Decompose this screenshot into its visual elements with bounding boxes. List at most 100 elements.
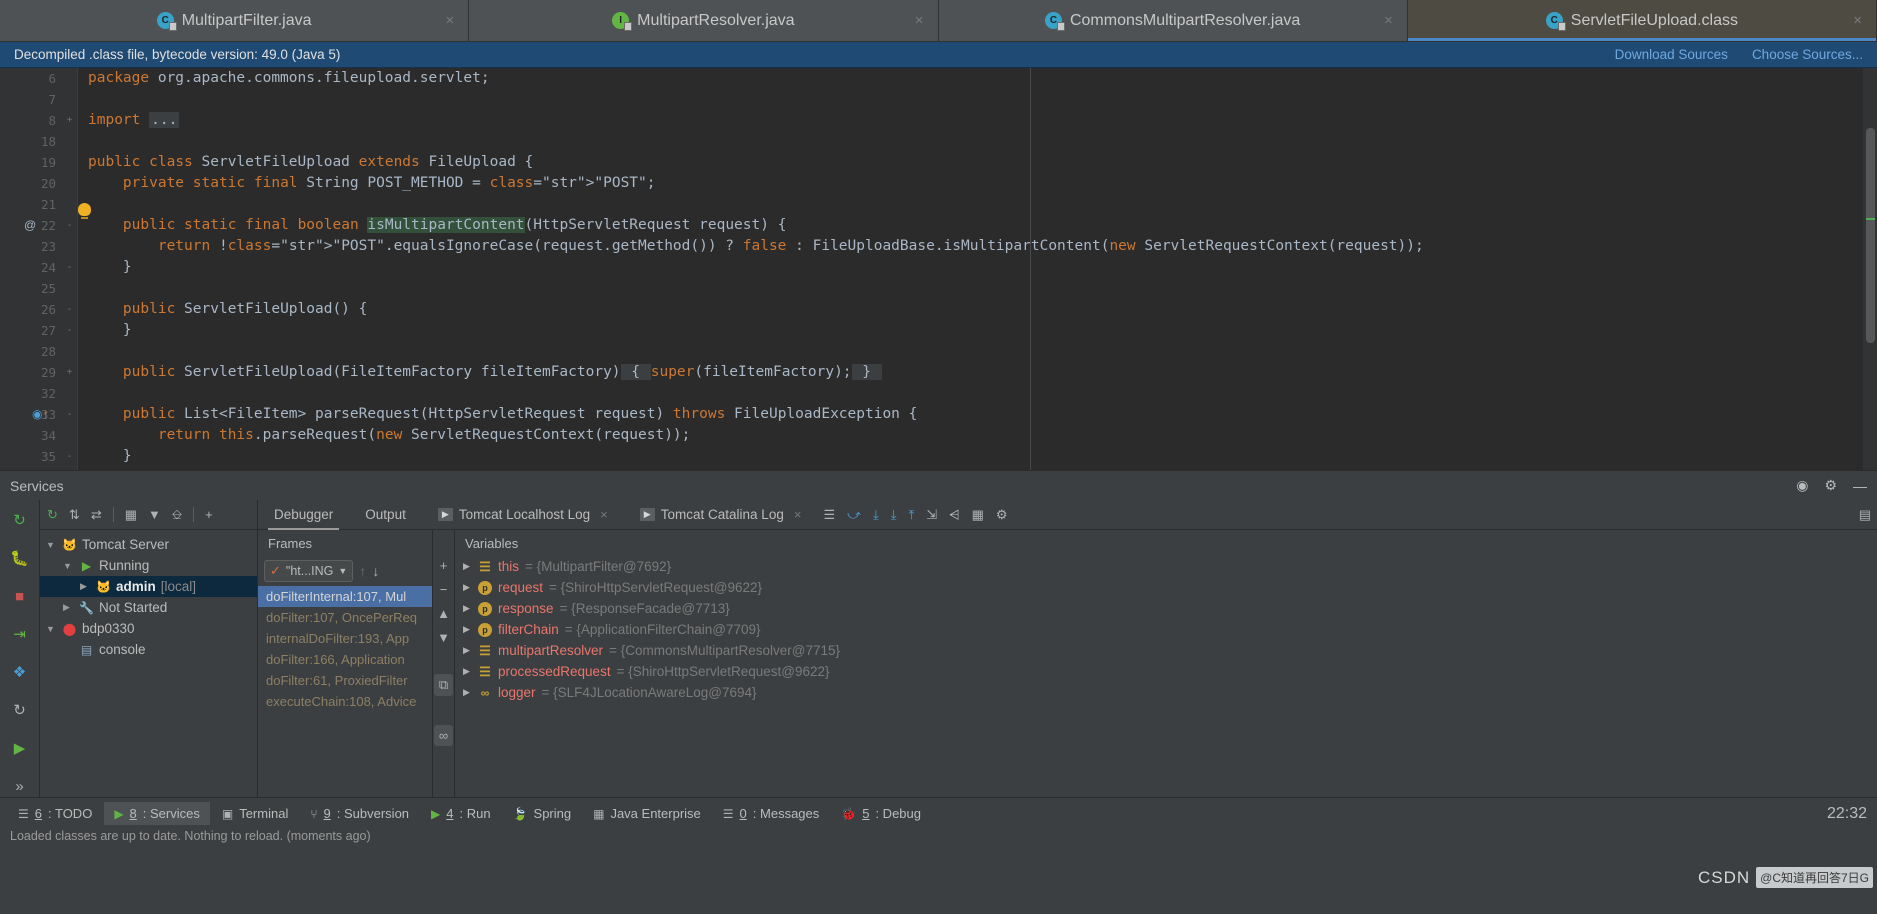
close-icon[interactable]: × xyxy=(915,12,924,29)
run-to-cursor-icon[interactable]: ⇲ xyxy=(920,507,943,523)
frame-item[interactable]: doFilter:166, Application xyxy=(258,649,432,670)
gear-icon[interactable]: ⚙ xyxy=(1824,477,1837,494)
close-icon[interactable]: × xyxy=(445,12,454,29)
force-step-into-icon[interactable]: ⤓ xyxy=(885,507,903,523)
statusbar-terminal[interactable]: ▣ Terminal xyxy=(212,802,298,825)
twisty-icon[interactable]: ▶ xyxy=(63,602,74,613)
variable-row[interactable]: ▶ p response = {ResponseFacade@7713} xyxy=(455,598,1877,619)
frame-down-icon[interactable]: ↓ xyxy=(372,563,379,579)
frame-up-icon[interactable]: ↑ xyxy=(359,563,366,579)
debugger-tab-output[interactable]: Output xyxy=(349,500,422,530)
editor-tab-0[interactable]: C MultipartFilter.java × xyxy=(0,0,470,41)
code-line[interactable] xyxy=(88,89,1877,110)
statusbar-run[interactable]: ▶ 4: Run xyxy=(421,802,501,825)
fold-marker[interactable] xyxy=(62,68,77,89)
editor-tab-2[interactable]: C CommonsMultipartResolver.java × xyxy=(938,0,1408,41)
code-line[interactable]: package org.apache.commons.fileupload.se… xyxy=(88,68,1877,89)
expand-arrow-icon[interactable]: ▶ xyxy=(463,687,472,698)
variable-row[interactable]: ▶ ∞ logger = {SLF4JLocationAwareLog@7694} xyxy=(455,682,1877,703)
rerun-icon[interactable]: ↻ xyxy=(10,510,30,530)
debug-icon[interactable]: 🐛 xyxy=(10,548,30,568)
hide-icon[interactable]: — xyxy=(1853,478,1867,494)
code-folding-gutter[interactable]: + - - - - + - - xyxy=(62,68,78,470)
fold-marker[interactable] xyxy=(62,341,77,362)
variable-row[interactable]: ▶ p filterChain = {ApplicationFilterChain@7… xyxy=(455,619,1877,640)
variable-row[interactable]: ▶ ☰ this = {MultipartFilter@7692} xyxy=(455,556,1877,577)
debugger-tab-debugger[interactable]: Debugger xyxy=(258,500,349,530)
stop-icon[interactable]: ■ xyxy=(10,586,30,606)
intention-bulb-icon[interactable] xyxy=(78,203,91,219)
close-icon[interactable]: × xyxy=(794,507,802,522)
fold-marker[interactable] xyxy=(62,278,77,299)
rerun-icon[interactable]: ↻ xyxy=(47,507,58,523)
frame-item[interactable]: executeChain:108, Advice xyxy=(258,691,432,712)
expand-arrow-icon[interactable]: ▶ xyxy=(463,666,472,677)
variable-row[interactable]: ▶ p request = {ShiroHttpServletRequest@9622… xyxy=(455,577,1877,598)
frame-item[interactable]: internalDoFilter:193, App xyxy=(258,628,432,649)
fold-marker[interactable] xyxy=(62,467,77,470)
statusbar-services[interactable]: ▶ 8: Services xyxy=(104,802,210,825)
code-line[interactable] xyxy=(88,194,1877,215)
code-line[interactable] xyxy=(88,383,1877,404)
var-btn-3[interactable]: ▼ xyxy=(437,630,450,645)
fold-marker[interactable] xyxy=(62,173,77,194)
expand-all-icon[interactable]: ⇅ xyxy=(69,507,80,523)
collapse-all-icon[interactable]: ⇄ xyxy=(91,507,102,523)
code-line[interactable]: private static final String POST_METHOD … xyxy=(88,173,1877,194)
expand-arrow-icon[interactable]: ▶ xyxy=(463,624,472,635)
fold-marker[interactable]: - xyxy=(62,320,77,341)
fold-marker[interactable] xyxy=(62,236,77,257)
fold-marker[interactable]: - xyxy=(62,257,77,278)
evaluate-icon[interactable]: ⩤ xyxy=(943,507,965,523)
group-icon[interactable]: ▦ xyxy=(125,507,137,523)
fold-marker[interactable] xyxy=(62,152,77,173)
run-icon[interactable]: ▶ xyxy=(10,738,30,758)
fold-marker[interactable] xyxy=(62,131,77,152)
fold-marker[interactable] xyxy=(62,383,77,404)
settings-icon[interactable]: ⚙ xyxy=(990,507,1014,523)
code-line[interactable]: return !class="str">"POST".equalsIgnoreC… xyxy=(88,236,1877,257)
frames-list[interactable]: doFilterInternal:107, Mul doFilter:107, O… xyxy=(258,586,432,712)
var-btn-2[interactable]: ▲ xyxy=(437,606,450,621)
resume-icon[interactable]: ⇥ xyxy=(10,624,30,644)
tree-node-not-started[interactable]: ▶ 🔧 Not Started xyxy=(40,597,257,618)
fold-marker[interactable]: - xyxy=(62,446,77,467)
close-icon[interactable]: × xyxy=(600,507,608,522)
code-line[interactable]: } xyxy=(88,446,1877,467)
filter-icon[interactable]: ▼ xyxy=(148,507,161,522)
tree-node-running[interactable]: ▼ ▶ Running xyxy=(40,555,257,576)
statusbar-messages[interactable]: ☰ 0: Messages xyxy=(713,802,829,825)
code-line[interactable] xyxy=(88,131,1877,152)
close-icon[interactable]: × xyxy=(1853,12,1862,29)
override-method-icon[interactable]: ◉↑ xyxy=(32,407,48,421)
code-line[interactable]: } xyxy=(88,320,1877,341)
code-line[interactable] xyxy=(88,341,1877,362)
debugger-tab-tomcat-catalina-log[interactable]: ▶ Tomcat Catalina Log × xyxy=(624,500,818,530)
fold-marker[interactable] xyxy=(62,194,77,215)
expand-arrow-icon[interactable]: ▶ xyxy=(463,582,472,593)
list-icon[interactable]: ☰ xyxy=(817,507,841,523)
step-into-icon[interactable]: ⤓ xyxy=(867,507,885,523)
restart-icon[interactable]: ↻ xyxy=(10,700,30,720)
target-icon[interactable]: ◉ xyxy=(1796,477,1808,494)
code-content[interactable]: package org.apache.commons.fileupload.se… xyxy=(78,68,1877,470)
expand-arrow-icon[interactable]: ▶ xyxy=(463,561,472,572)
add-icon[interactable]: + xyxy=(205,507,213,522)
thread-selector[interactable]: ✓ "ht...ING ▼ xyxy=(264,560,354,582)
expand-icon[interactable]: » xyxy=(10,776,30,796)
fold-marker[interactable]: + xyxy=(62,362,77,383)
code-line[interactable]: public ServletFileUpload() { xyxy=(88,299,1877,320)
fold-marker[interactable]: - xyxy=(62,404,77,425)
fold-marker[interactable] xyxy=(62,89,77,110)
add-frame-icon[interactable]: ⎒ xyxy=(172,507,182,523)
statusbar-javaenterprise[interactable]: ▦ Java Enterprise xyxy=(583,802,711,825)
code-editor[interactable]: 6781819202122232425262728293233343536 +-… xyxy=(0,68,1877,470)
fold-marker[interactable]: - xyxy=(62,215,77,236)
table-icon[interactable]: ▦ xyxy=(966,507,990,523)
deploy-icon[interactable]: ❖ xyxy=(10,662,30,682)
frame-item[interactable]: doFilterInternal:107, Mul xyxy=(258,586,432,607)
variable-row[interactable]: ▶ ☰ processedRequest = {ShiroHttpServletReq… xyxy=(455,661,1877,682)
scrollbar-thumb[interactable] xyxy=(1866,128,1875,343)
editor-tab-1[interactable]: I MultipartResolver.java × xyxy=(469,0,939,41)
fold-marker[interactable] xyxy=(62,425,77,446)
